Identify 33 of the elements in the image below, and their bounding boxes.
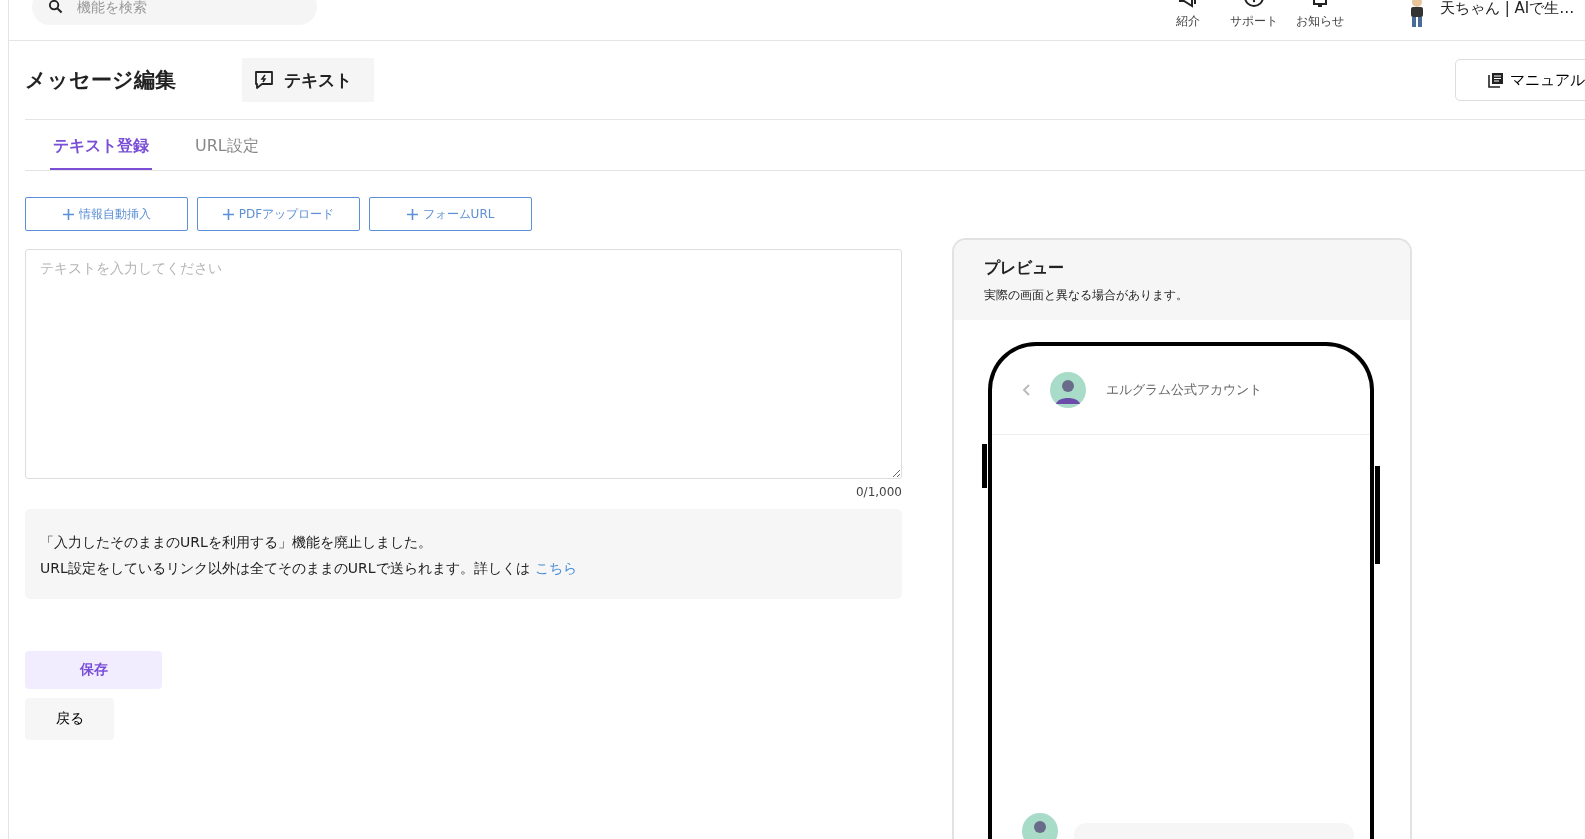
- bell-icon: [1313, 0, 1327, 7]
- notice-text: 「入力したそのままのURLを利用する」機能を廃止しました。: [40, 533, 433, 552]
- preview-title: プレビュー: [984, 258, 1065, 279]
- save-button[interactable]: 保存: [25, 651, 162, 689]
- nav-item[interactable]: 紹介: [1162, 0, 1214, 30]
- chip-label: テキスト: [284, 68, 352, 92]
- insert-button[interactable]: 情報自動挿入: [25, 197, 188, 231]
- insert-button[interactable]: PDFアップロード: [197, 197, 360, 231]
- notice-text: URL設定をしているリンク以外は全てそのままのURLで送られます。詳しくは: [40, 560, 530, 576]
- book-icon: [1488, 72, 1504, 88]
- nav-item[interactable]: お知らせ: [1294, 0, 1346, 30]
- account-name: エルグラム公式アカウント: [1106, 381, 1262, 399]
- search-icon: [48, 0, 63, 14]
- details-link[interactable]: こちら: [534, 560, 577, 576]
- plus-icon: [406, 208, 418, 220]
- back-chevron-icon[interactable]: [1022, 384, 1030, 396]
- user-name[interactable]: 天ちゃん | AIで生…: [1440, 0, 1575, 18]
- tab[interactable]: URL設定: [192, 124, 262, 170]
- chat-bubble-icon: [254, 70, 274, 90]
- account-avatar-icon: [1050, 372, 1086, 408]
- nav-item[interactable]: サポート: [1228, 0, 1280, 30]
- plus-icon: [62, 208, 74, 220]
- manual-button[interactable]: マニュアル: [1455, 59, 1585, 101]
- back-button[interactable]: 戻る: [25, 698, 114, 740]
- search-field[interactable]: 機能を検索: [32, 0, 317, 25]
- message-text-area[interactable]: テキストを入力してください: [25, 249, 902, 479]
- character-counter: 0/1,000: [855, 485, 902, 499]
- preview-note: 実際の画面と異なる場合があります。: [984, 287, 1189, 304]
- page-title: メッセージ編集: [25, 67, 177, 94]
- account-avatar-icon: [1022, 813, 1058, 839]
- insert-button[interactable]: フォームURL: [369, 197, 532, 231]
- tab[interactable]: テキスト登録: [50, 124, 152, 170]
- plus-icon: [222, 208, 234, 220]
